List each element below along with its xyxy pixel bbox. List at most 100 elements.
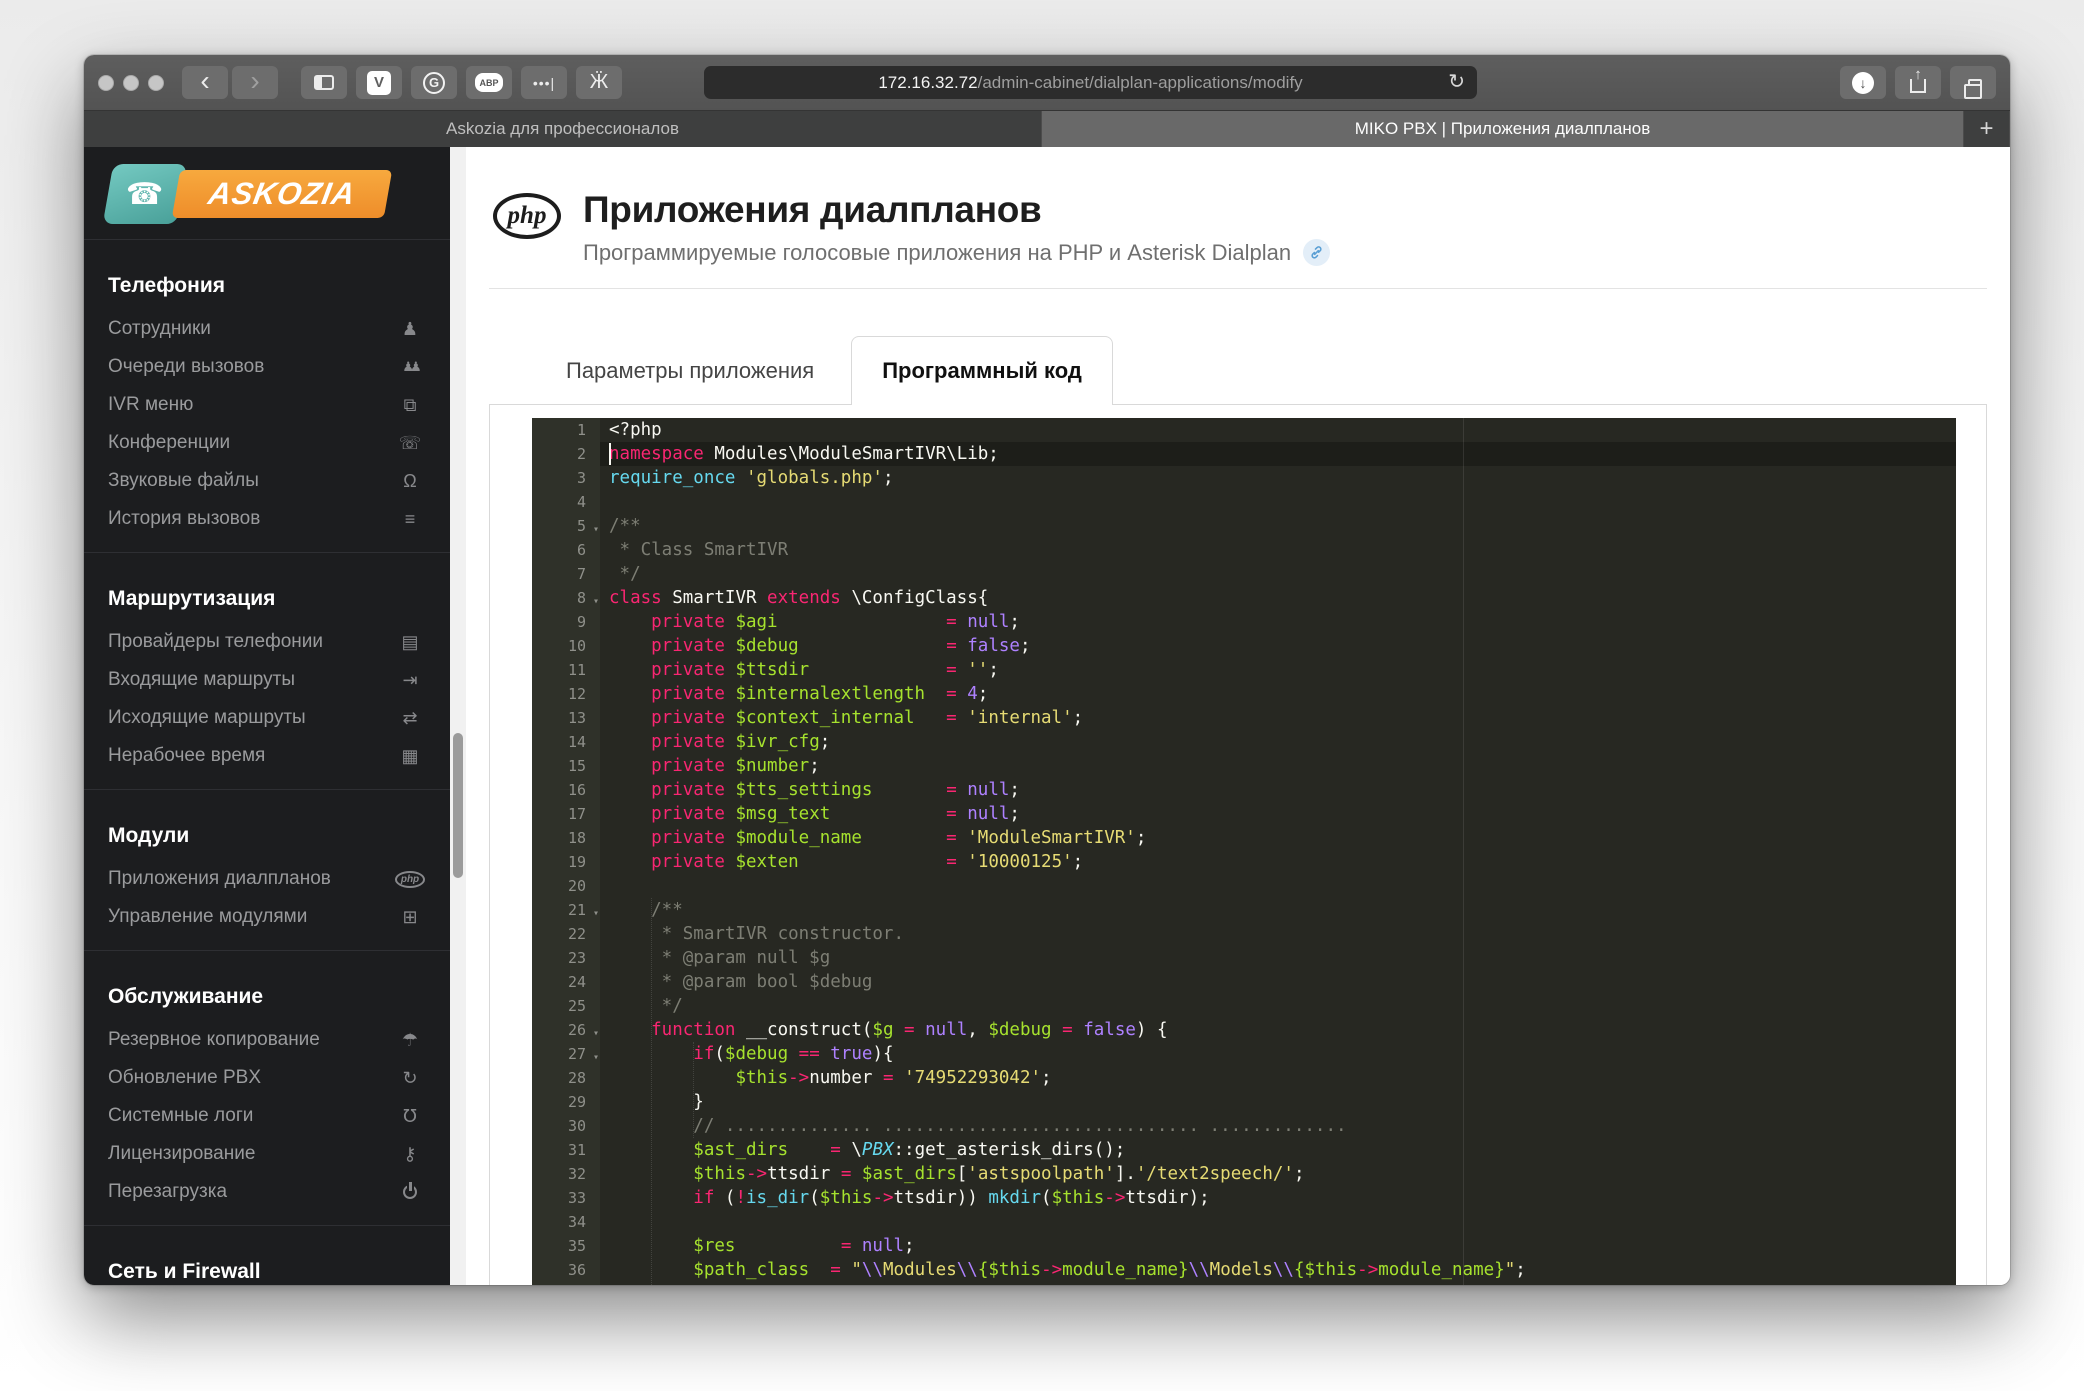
sidebar-item-reboot[interactable]: Перезагрузка xyxy=(84,1173,450,1211)
code-text: private $debug = false; xyxy=(600,634,1956,658)
extension-v-button[interactable]: V xyxy=(356,66,402,99)
line-number[interactable]: 6 xyxy=(532,538,600,562)
line-number[interactable]: 7 xyxy=(532,562,600,586)
sidebar-item-call-history[interactable]: История вызовов≡ xyxy=(84,500,450,538)
tab-overview-button[interactable] xyxy=(1950,66,1996,99)
page-scrollbar-track[interactable] xyxy=(450,147,466,1285)
line-number[interactable]: 18 xyxy=(532,826,600,850)
extension-g-button[interactable]: G xyxy=(411,66,457,99)
sidebar-item-system-logs[interactable]: Системные логи℧ xyxy=(84,1097,450,1135)
line-number[interactable]: 15 xyxy=(532,754,600,778)
line-number[interactable]: 20 xyxy=(532,874,600,898)
code-line-13: 13 private $context_internal = 'internal… xyxy=(532,706,1956,730)
sidebar-item-sound-files[interactable]: Звуковые файлыΩ xyxy=(84,462,450,500)
headphones-icon: Ω xyxy=(396,471,424,492)
page-scrollbar-thumb[interactable] xyxy=(453,733,463,878)
line-number[interactable]: 16 xyxy=(532,778,600,802)
close-window-icon[interactable] xyxy=(98,75,114,91)
browser-tab-mikopbx[interactable]: MIKO PBX | Приложения диалпланов xyxy=(1042,111,1964,147)
browser-tab-askozia[interactable]: Askozia для профессионалов xyxy=(84,111,1042,147)
sidebar-item-label: Исходящие маршруты xyxy=(108,707,396,729)
line-number[interactable]: 36 xyxy=(532,1258,600,1282)
downloads-button[interactable]: ↓ xyxy=(1840,66,1886,99)
code-line-23: 23 * @param null $g xyxy=(532,946,1956,970)
browser-titlebar: ‹ › V G ABP •••| Ӝ 172.16.32.72/admin-ca… xyxy=(84,55,2010,110)
sidebar-item-providers[interactable]: Провайдеры телефонии▤ xyxy=(84,623,450,661)
line-number[interactable]: 25 xyxy=(532,994,600,1018)
debug-extension-button[interactable]: Ӝ xyxy=(576,66,622,99)
code-tab-panel: 1<?php2namespace Modules\ModuleSmartIVR\… xyxy=(489,404,1987,1285)
askozia-logo[interactable]: ☎ ASKOZIA xyxy=(108,163,450,225)
sidebar-section-title: Модули xyxy=(84,804,450,860)
sidebar-item-dialplan-applications[interactable]: Приложения диалплановphp xyxy=(84,860,450,898)
code-text: $res = null; xyxy=(600,1234,1956,1258)
line-number[interactable]: 22 xyxy=(532,922,600,946)
minimize-window-icon[interactable] xyxy=(123,75,139,91)
line-number[interactable]: 5▾ xyxy=(532,514,600,538)
line-number[interactable]: 21▾ xyxy=(532,898,600,922)
code-line-11: 11 private $ttsdir = ''; xyxy=(532,658,1956,682)
tab-application-settings[interactable]: Параметры приложения xyxy=(541,358,839,384)
code-editor[interactable]: 1<?php2namespace Modules\ModuleSmartIVR\… xyxy=(532,418,1956,1285)
extension-more-button[interactable]: •••| xyxy=(521,66,567,99)
line-number[interactable]: 11 xyxy=(532,658,600,682)
line-number[interactable]: 27▾ xyxy=(532,1042,600,1066)
sidebar-item-employees[interactable]: Сотрудники♟ xyxy=(84,310,450,348)
line-number[interactable]: 17 xyxy=(532,802,600,826)
line-number[interactable]: 2 xyxy=(532,442,600,466)
line-number[interactable]: 23 xyxy=(532,946,600,970)
sidebar-item-pbx-update[interactable]: Обновление PBX↻ xyxy=(84,1059,450,1097)
sidebar-item-incoming-routes[interactable]: Входящие маршруты⇥ xyxy=(84,661,450,699)
power-icon xyxy=(396,1185,424,1199)
sidebar-toggle-button[interactable] xyxy=(301,66,347,99)
tab-program-code[interactable]: Программный код xyxy=(851,336,1113,405)
adblock-button[interactable]: ABP xyxy=(466,66,512,99)
extension-v-icon: V xyxy=(367,71,391,95)
line-number[interactable]: 34 xyxy=(532,1210,600,1234)
line-number[interactable]: 33 xyxy=(532,1186,600,1210)
line-number[interactable]: 35 xyxy=(532,1234,600,1258)
back-button[interactable]: ‹ xyxy=(182,66,228,99)
code-line-3: 3require_once 'globals.php'; xyxy=(532,466,1956,490)
line-number[interactable]: 29 xyxy=(532,1090,600,1114)
line-number[interactable]: 13 xyxy=(532,706,600,730)
url-path: /admin-cabinet/dialplan-applications/mod… xyxy=(978,73,1303,92)
line-number[interactable]: 32 xyxy=(532,1162,600,1186)
sidebar-item-backup[interactable]: Резервное копирование☂ xyxy=(84,1021,450,1059)
line-number[interactable]: 30 xyxy=(532,1114,600,1138)
sidebar-item-licensing[interactable]: Лицензирование⚷ xyxy=(84,1135,450,1173)
line-number[interactable]: 4 xyxy=(532,490,600,514)
line-number[interactable]: 1 xyxy=(532,418,600,442)
line-number[interactable]: 12 xyxy=(532,682,600,706)
line-number[interactable]: 9 xyxy=(532,610,600,634)
sidebar-item-off-work-time[interactable]: Нерабочее время▦ xyxy=(84,737,450,775)
line-number[interactable]: 24 xyxy=(532,970,600,994)
line-number[interactable]: 14 xyxy=(532,730,600,754)
external-link-icon[interactable] xyxy=(1303,239,1330,266)
code-line-9: 9 private $agi = null; xyxy=(532,610,1956,634)
sidebar-item-ivr-menu[interactable]: IVR меню⧉ xyxy=(84,386,450,424)
line-number[interactable]: 19 xyxy=(532,850,600,874)
url-host: 172.16.32.72 xyxy=(878,73,977,92)
forward-button[interactable]: › xyxy=(232,66,278,99)
header-divider xyxy=(489,288,1987,289)
new-tab-button[interactable]: + xyxy=(1964,111,2010,147)
line-number[interactable]: 8▾ xyxy=(532,586,600,610)
line-number[interactable]: 26▾ xyxy=(532,1018,600,1042)
sidebar-item-conferences[interactable]: Конференции☏ xyxy=(84,424,450,462)
reload-icon[interactable]: ↻ xyxy=(1448,69,1465,94)
share-button[interactable] xyxy=(1895,66,1941,99)
text-cursor xyxy=(609,443,611,465)
zoom-window-icon[interactable] xyxy=(148,75,164,91)
code-text xyxy=(600,874,1956,898)
sidebar-item-call-queues[interactable]: Очереди вызовов♟♟ xyxy=(84,348,450,386)
address-bar[interactable]: 172.16.32.72/admin-cabinet/dialplan-appl… xyxy=(704,66,1477,99)
code-text: require_once 'globals.php'; xyxy=(600,466,1956,490)
line-number[interactable]: 31 xyxy=(532,1138,600,1162)
line-number[interactable]: 10 xyxy=(532,634,600,658)
sidebar-item-outgoing-routes[interactable]: Исходящие маршруты⇄ xyxy=(84,699,450,737)
sidebar-item-module-management[interactable]: Управление модулями⊞ xyxy=(84,898,450,936)
line-number[interactable]: 28 xyxy=(532,1066,600,1090)
line-number[interactable]: 3 xyxy=(532,466,600,490)
line-number[interactable]: 37 xyxy=(532,1282,600,1285)
